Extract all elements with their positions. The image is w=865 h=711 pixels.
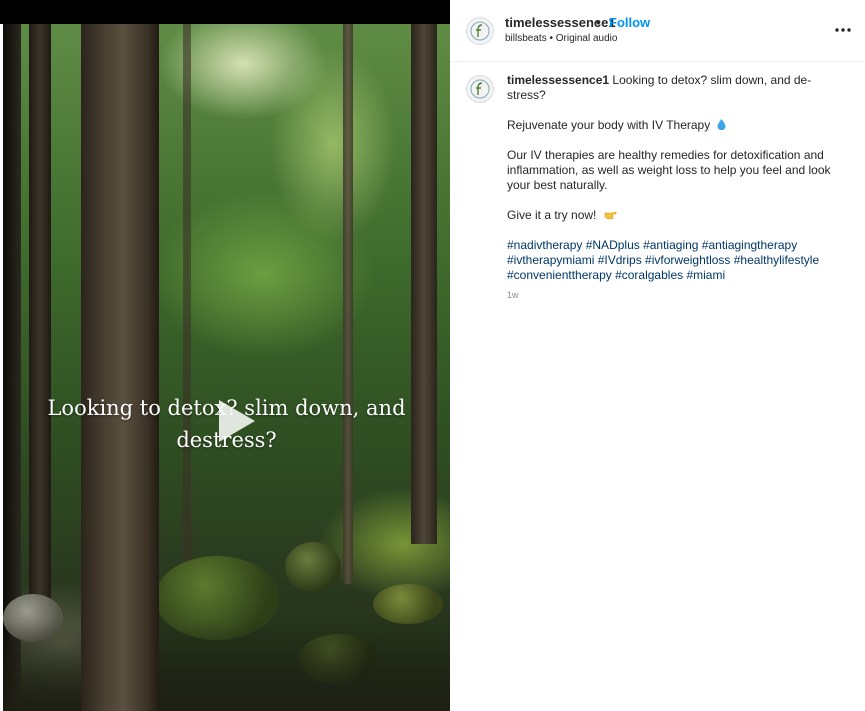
author-avatar[interactable] (466, 17, 494, 45)
caption-username[interactable]: timelessessence1 (507, 73, 609, 87)
follow-button[interactable]: Follow (609, 15, 650, 30)
caption-hashtags[interactable]: #nadivtherapy #NADplus #antiaging #antia… (507, 238, 847, 283)
brand-logo-icon (470, 79, 490, 99)
post-header: timelessessence1 • Follow billsbeats • O… (450, 0, 865, 62)
pointing-hand-icon (604, 211, 617, 220)
post-caption: timelessessence1 Looking to detox? slim … (507, 73, 847, 303)
post-side-panel: timelessessence1 • Follow billsbeats • O… (450, 0, 865, 711)
caption-line-3: Our IV therapies are healthy remedies fo… (507, 148, 831, 192)
media-top-bar (0, 0, 450, 24)
reel-video[interactable]: Looking to detox? slim down, and destres… (3, 24, 450, 711)
more-options-button[interactable] (833, 20, 853, 40)
caption-line-4: Give it a try now! (507, 208, 597, 222)
header-separator: • (596, 15, 601, 30)
water-drop-icon (717, 119, 726, 130)
more-horizontal-icon (835, 28, 851, 32)
post-timestamp[interactable]: 1w (507, 288, 847, 303)
caption-avatar[interactable] (466, 75, 494, 103)
play-button[interactable] (207, 394, 261, 448)
brand-logo-icon (470, 21, 490, 41)
play-icon (219, 400, 255, 442)
audio-info[interactable]: billsbeats • Original audio (505, 33, 617, 44)
caption-line-2: Rejuvenate your body with IV Therapy (507, 118, 711, 132)
